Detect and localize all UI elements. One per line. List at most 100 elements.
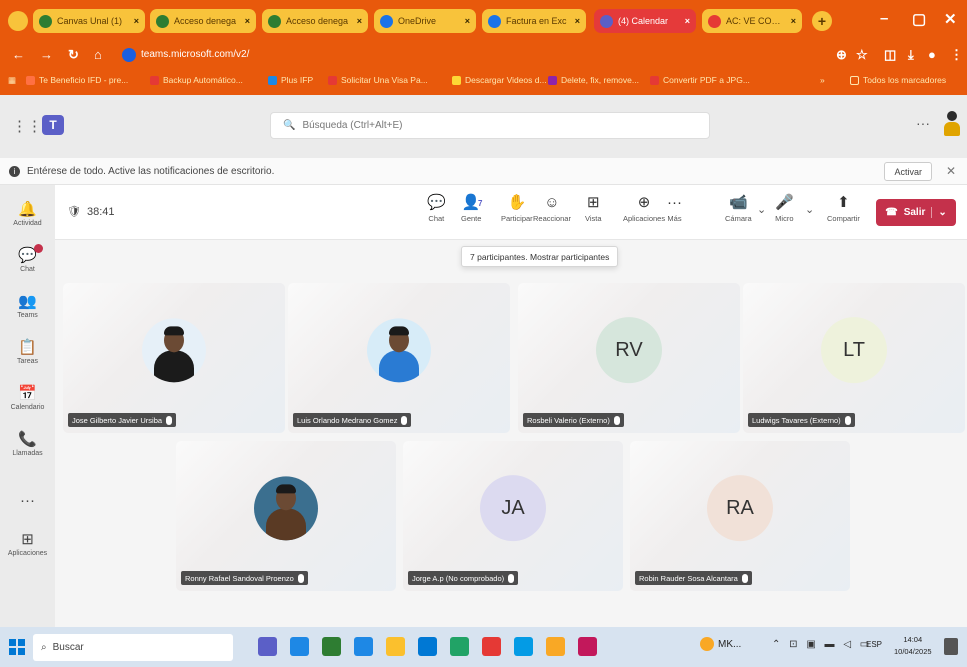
rail-item-calls[interactable]: 📞 Llamadas bbox=[0, 421, 55, 467]
browser-tab[interactable]: Canvas Unal (1) × bbox=[33, 9, 145, 33]
install-app-icon[interactable]: ⊕ bbox=[836, 47, 847, 63]
close-window-icon[interactable]: ✕ bbox=[944, 10, 957, 28]
clock[interactable]: 14:04 10/04/2025 bbox=[894, 634, 932, 658]
rail-item-tasks[interactable]: 📋 Tareas bbox=[0, 329, 55, 375]
browser-tab[interactable]: Acceso denega × bbox=[262, 9, 368, 33]
participant-tile[interactable]: LT Ludwigs Tavares (Externo) bbox=[743, 283, 965, 433]
close-icon[interactable]: ✕ bbox=[946, 164, 956, 178]
bookmarks-overflow-icon[interactable]: » bbox=[820, 75, 825, 85]
taskbar-app-icon[interactable] bbox=[578, 637, 597, 656]
bookmark-link[interactable]: Solicitar Una Visa Pa... bbox=[328, 75, 428, 85]
taskbar-app-icon[interactable] bbox=[290, 637, 309, 656]
taskbar-app-icon[interactable] bbox=[386, 637, 405, 656]
chat-button[interactable]: 💬 Chat bbox=[427, 194, 446, 223]
browser-tab[interactable]: Factura en Exc × bbox=[482, 9, 586, 33]
rail-item-chat[interactable]: 💬 Chat bbox=[0, 237, 55, 283]
site-info-icon[interactable] bbox=[122, 47, 136, 62]
tab-close-icon[interactable]: × bbox=[575, 16, 580, 26]
tab-label: AC: VE CONVOCT bbox=[726, 16, 786, 26]
browser-tab[interactable]: Acceso denega × bbox=[150, 9, 256, 33]
tab-close-icon[interactable]: × bbox=[465, 16, 470, 26]
participant-tile[interactable]: Jose Gilberto Javier Ursiba bbox=[63, 283, 285, 433]
apps-grid-icon[interactable]: ▦ bbox=[8, 75, 16, 86]
notification-center-icon[interactable] bbox=[944, 638, 958, 655]
bookmark-link[interactable]: Te Beneficio IFD - pre... bbox=[26, 75, 128, 85]
browser-menu-icon[interactable]: ⋮ bbox=[950, 47, 963, 63]
tool-label: Aplicaciones bbox=[623, 214, 666, 223]
new-tab-button[interactable]: + bbox=[812, 11, 832, 31]
chevron-down-icon[interactable]: ⌄ bbox=[805, 203, 814, 216]
app-launcher-icon[interactable]: ⋮⋮ bbox=[12, 117, 42, 135]
participant-name-tag: Rosbeli Valerio (Externo) bbox=[523, 413, 624, 427]
tab-close-icon[interactable]: × bbox=[791, 16, 796, 26]
taskbar-app-icon[interactable] bbox=[258, 637, 277, 656]
tab-label: Factura en Exc bbox=[506, 16, 567, 26]
download-icon[interactable]: ⤓ bbox=[908, 47, 914, 63]
all-bookmarks-link[interactable]: Todos los marcadores bbox=[850, 75, 946, 85]
people-button[interactable]: 👤 Gente 7 bbox=[461, 194, 482, 223]
forward-icon[interactable]: → bbox=[40, 47, 53, 62]
leave-button[interactable]: ☎ Salir ⌄ bbox=[876, 199, 956, 226]
participant-tile[interactable]: Luis Orlando Medrano Gomez bbox=[288, 283, 510, 433]
taskbar-app-icon[interactable] bbox=[418, 637, 437, 656]
bookmark-star-icon[interactable]: ☆ bbox=[856, 47, 868, 63]
browser-tab[interactable]: OneDrive × bbox=[374, 9, 476, 33]
maximize-icon[interactable]: ▢ bbox=[912, 10, 926, 28]
tab-close-icon[interactable]: × bbox=[245, 16, 250, 26]
rail-item-calendar[interactable]: 📅 Calendario bbox=[0, 375, 55, 421]
bookmark-link[interactable]: Convertir PDF a JPG... bbox=[650, 75, 750, 85]
tab-favicon-icon bbox=[488, 14, 501, 28]
view-button[interactable]: ⊞ Vista bbox=[585, 194, 602, 223]
taskbar-app-icon[interactable] bbox=[450, 637, 469, 656]
react-button[interactable]: ☺ Reaccionar bbox=[533, 194, 571, 223]
account-icon[interactable]: ● bbox=[928, 47, 936, 62]
mic-button[interactable]: 🎤 Micro bbox=[775, 194, 794, 223]
participant-tile[interactable]: JA Jorge A.p (No comprobado) bbox=[403, 441, 623, 591]
extensions-icon[interactable]: ◫ bbox=[884, 47, 896, 63]
more-button[interactable]: ··· Más bbox=[667, 194, 682, 223]
bookmark-link[interactable]: Descargar Videos d... bbox=[452, 75, 547, 85]
start-icon[interactable] bbox=[9, 639, 25, 655]
taskbar-app-icon[interactable] bbox=[514, 637, 533, 656]
rail-item-teams[interactable]: 👥 Teams bbox=[0, 283, 55, 329]
url-field[interactable]: teams.microsoft.com/v2/ bbox=[122, 46, 802, 63]
bookmark-link[interactable]: Delete, fix, remove... bbox=[548, 75, 639, 85]
rail-item-apps[interactable]: ⊞ Aplicaciones bbox=[0, 521, 55, 567]
minimize-icon[interactable]: – bbox=[880, 10, 888, 27]
chevron-down-icon[interactable]: ⌄ bbox=[757, 203, 766, 216]
tab-close-icon[interactable]: × bbox=[134, 16, 139, 26]
tab-close-icon[interactable]: × bbox=[685, 16, 690, 26]
mic-icon bbox=[741, 573, 748, 583]
avatar[interactable] bbox=[942, 111, 962, 137]
bookmark-link[interactable]: Backup Automático... bbox=[150, 75, 243, 85]
activate-button[interactable]: Activar bbox=[884, 162, 932, 181]
browser-profile-icon[interactable] bbox=[8, 11, 28, 31]
browser-tab[interactable]: (4) Calendar × bbox=[594, 9, 696, 33]
home-icon[interactable]: ⌂ bbox=[94, 47, 102, 62]
camera-button[interactable]: 📹 Cámara bbox=[725, 194, 752, 223]
apps-button[interactable]: ⊕ Aplicaciones bbox=[623, 194, 665, 223]
rail-item-bell[interactable]: 🔔 Actividad bbox=[0, 191, 55, 237]
taskbar-search-input[interactable]: ⌕ Buscar bbox=[33, 634, 233, 661]
browser-tab[interactable]: AC: VE CONVOCT × bbox=[702, 9, 802, 33]
bookmark-link[interactable]: Plus IFP bbox=[268, 75, 313, 85]
participant-tile[interactable]: Ronny Rafael Sandoval Proenzo bbox=[176, 441, 396, 591]
tab-close-icon[interactable]: × bbox=[357, 16, 362, 26]
participant-tile[interactable]: RA Robin Rauder Sosa Alcantara bbox=[630, 441, 850, 591]
search-input[interactable]: 🔍 Búsqueda (Ctrl+Alt+E) bbox=[270, 112, 710, 139]
reload-icon[interactable]: ↻ bbox=[68, 47, 79, 63]
more-options-icon[interactable]: ··· bbox=[916, 115, 930, 131]
taskbar-app-icon[interactable] bbox=[322, 637, 341, 656]
taskbar-app-icon[interactable] bbox=[354, 637, 373, 656]
weather-widget[interactable]: MK... bbox=[700, 637, 741, 651]
raise-hand-button[interactable]: ✋ Participar bbox=[501, 194, 533, 223]
participant-tile[interactable]: RV Rosbeli Valerio (Externo) bbox=[518, 283, 740, 433]
rail-item-more[interactable]: ··· bbox=[0, 479, 55, 525]
taskbar-app-icon[interactable] bbox=[482, 637, 501, 656]
taskbar-app-icon[interactable] bbox=[546, 637, 565, 656]
share-button[interactable]: ⬆ Compartir bbox=[827, 194, 860, 223]
language-indicator[interactable]: ESP bbox=[866, 640, 882, 649]
chevron-down-icon[interactable]: ⌄ bbox=[931, 207, 947, 218]
back-icon[interactable]: ← bbox=[12, 47, 25, 62]
system-tray-icons[interactable]: ⌃ ⊡ ▣ ▬ ◁ ▭ bbox=[772, 639, 872, 650]
